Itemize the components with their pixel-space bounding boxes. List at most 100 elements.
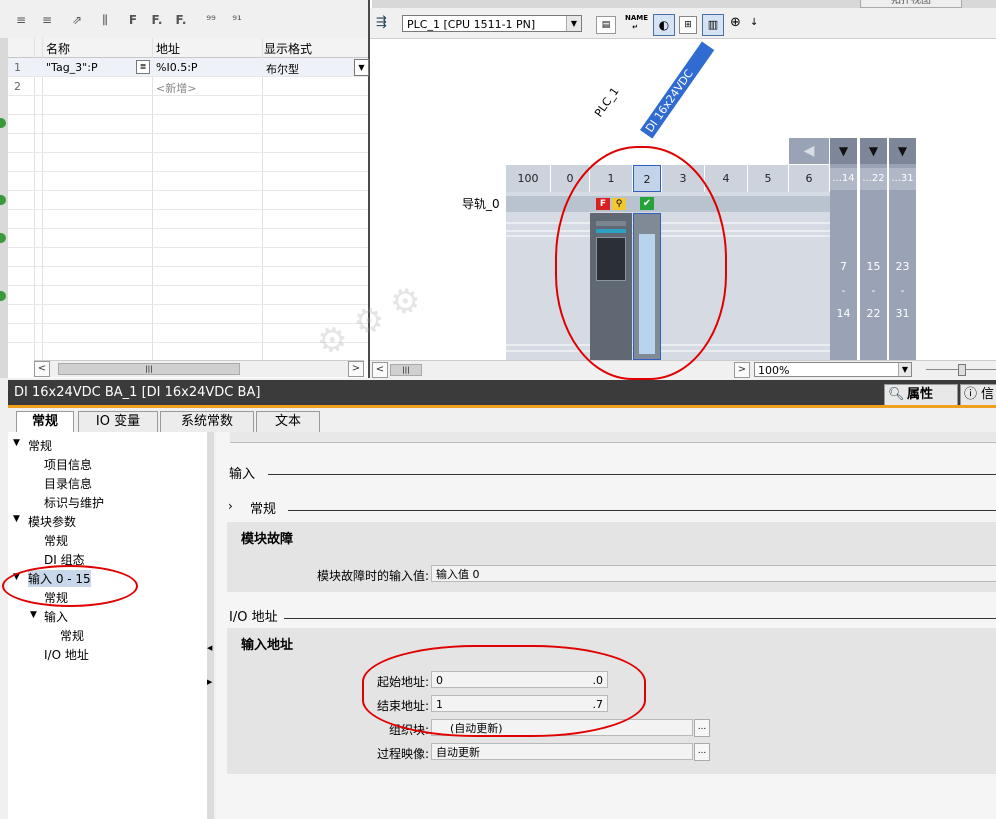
nav-item-input[interactable]: 输入 <box>44 608 68 625</box>
expand-arrow-icon[interactable]: ▼ <box>13 514 20 524</box>
table-row[interactable]: 1 "Tag_3":P ≣ %I0.5:P 布尔型 ▼ <box>8 58 369 77</box>
nav-item-io-address[interactable]: I/O 地址 <box>44 646 89 663</box>
insert-row-icon[interactable]: ≡ <box>38 12 56 28</box>
red-annotation-circle <box>555 146 727 380</box>
tab-properties[interactable]: 🔍︎ 属性 <box>884 384 958 406</box>
slot-header: ...22 <box>860 168 887 190</box>
tab-system-constants[interactable]: 系统常数 <box>160 411 254 432</box>
layout-icon[interactable]: ▥ <box>702 14 724 36</box>
slot-header: 6 <box>789 165 829 192</box>
scroll-right-icon[interactable]: > <box>734 362 750 378</box>
tag-format-cell[interactable]: 布尔型 <box>266 61 299 77</box>
tab-properties-label: 属性 <box>907 387 934 402</box>
properties-icon: 🔍︎ <box>888 387 905 402</box>
expansion-label: 31 <box>895 307 910 320</box>
zoom-icon[interactable]: ⊕ <box>730 15 741 30</box>
tag-table-header: 名称 地址 显示格式 <box>8 38 368 58</box>
remove-icon[interactable]: ⇗ <box>68 12 86 28</box>
browse-button[interactable]: ... <box>694 743 710 761</box>
input-address-title: 输入地址 <box>241 638 294 653</box>
nav-splitter[interactable]: ◀ ▶ <box>207 432 214 819</box>
force-icon[interactable]: F <box>124 12 142 28</box>
grid-icon[interactable]: ⊞ <box>679 16 697 34</box>
monitor-icon[interactable]: ⫼ <box>96 12 114 28</box>
chevron-left-icon[interactable]: ◀ <box>207 644 212 652</box>
collapse-left-icon[interactable]: ◀ <box>789 138 829 164</box>
top-tab-strip: 拓扑视图 <box>372 0 996 8</box>
zoom-slider-thumb[interactable] <box>958 364 966 376</box>
scroll-right-icon[interactable]: > <box>348 361 364 377</box>
device-select-value: PLC_1 [CPU 1511-1 PN] <box>407 18 536 31</box>
table-row[interactable]: 2 <新增> <box>8 77 368 95</box>
device-network-icon[interactable]: ⇶ <box>376 15 387 30</box>
chevron-down-icon[interactable]: ▼ <box>898 363 911 376</box>
nav-item-module-params[interactable]: 模块参数 <box>28 513 76 530</box>
scroll-thumb[interactable]: ||| <box>58 363 240 375</box>
expansion-label: 7 <box>840 260 847 273</box>
expansion-label: 23 <box>895 260 910 273</box>
module-fault-title: 模块故障 <box>241 532 294 547</box>
tag-gutter <box>0 38 8 378</box>
device-overview-icon[interactable]: ▤ <box>596 16 616 34</box>
modify-icon[interactable]: ⁹¹ <box>228 12 246 28</box>
chevron-down-icon[interactable]: ▼ <box>354 59 369 76</box>
tab-text[interactable]: 文本 <box>256 411 320 432</box>
view-icon[interactable]: ◐ <box>653 14 675 36</box>
tab-info-label: 信 <box>981 387 995 402</box>
expand-icon[interactable]: ▼ <box>860 138 887 164</box>
nav-item-project-info[interactable]: 项目信息 <box>44 456 92 473</box>
row-number: 2 <box>14 80 21 93</box>
tab-general[interactable]: 常规 <box>16 411 74 432</box>
col-format[interactable]: 显示格式 <box>264 40 312 57</box>
tab-info[interactable]: ⓘ 信 <box>960 384 996 406</box>
zoom-select[interactable]: 100% ▼ <box>754 362 912 377</box>
fault-value-select[interactable]: 输入值 0 <box>431 565 996 582</box>
name-icon[interactable]: NAME ↵ <box>625 14 648 32</box>
force-f-icon[interactable]: F. <box>148 12 166 28</box>
section-general-title: 常规 <box>250 502 277 517</box>
expansion-label: - <box>900 284 905 297</box>
show-values-icon[interactable]: ⁹⁹ <box>202 12 220 28</box>
expand-arrow-icon[interactable]: ▼ <box>30 610 37 620</box>
section-input-title: 输入 <box>229 467 256 482</box>
process-image-label: 过程映像: <box>376 747 429 761</box>
tag-table-toolbar: ≡ ≡ ⇗ ⫼ F F. F. ⁹⁹ ⁹¹ <box>0 0 368 39</box>
process-image-field[interactable]: 自动更新 <box>431 743 693 760</box>
nav-item-identification[interactable]: 标识与维护 <box>44 494 104 511</box>
chevron-down-icon[interactable]: ▼ <box>566 16 581 31</box>
tag-table-hscrollbar[interactable]: < ||| > <box>34 360 364 377</box>
expand-icon[interactable]: ▼ <box>889 138 916 164</box>
browse-button[interactable]: ... <box>694 719 710 737</box>
add-new-cell[interactable]: <新增> <box>156 80 196 96</box>
nav-item-params-general[interactable]: 常规 <box>44 532 68 549</box>
tag-name-cell[interactable]: "Tag_3":P <box>46 61 98 74</box>
chevron-right-icon[interactable]: ▶ <box>207 678 212 686</box>
expand-arrow-icon[interactable]: ▼ <box>13 438 20 448</box>
download-icon[interactable]: ↓ <box>750 17 758 28</box>
expansion-label: 15 <box>866 260 881 273</box>
expand-icon[interactable]: ▼ <box>830 138 857 164</box>
device-select[interactable]: PLC_1 [CPU 1511-1 PN] ▼ <box>402 15 582 32</box>
tag-address-cell[interactable]: %I0.5:P <box>156 61 198 74</box>
nav-item-input-sub-general[interactable]: 常规 <box>60 627 84 644</box>
fault-value-label: 模块故障时的输入值: <box>316 569 429 583</box>
scroll-left-icon[interactable]: < <box>34 361 50 377</box>
slot-header: ...31 <box>889 168 916 190</box>
browse-icon[interactable]: ≣ <box>136 60 150 74</box>
expansion-label: - <box>871 284 876 297</box>
force-f-icon-2[interactable]: F. <box>172 12 190 28</box>
chevron-right-icon[interactable]: › <box>228 499 233 513</box>
col-name[interactable]: 名称 <box>46 40 70 57</box>
rail-label: 导轨_0 <box>462 197 500 211</box>
col-address[interactable]: 地址 <box>156 40 180 57</box>
nav-item-catalog-info[interactable]: 目录信息 <box>44 475 92 492</box>
tab-topology-view[interactable]: 拓扑视图 <box>860 0 962 8</box>
process-image-value: 自动更新 <box>436 746 480 759</box>
add-tag-icon[interactable]: ≡ <box>12 12 30 28</box>
status-dot-icon <box>0 291 6 301</box>
tab-io-variables[interactable]: IO 变量 <box>78 411 158 432</box>
scroll-left-icon[interactable]: < <box>372 362 388 378</box>
scroll-thumb[interactable]: ||| <box>390 364 422 376</box>
row-number: 1 <box>14 61 21 74</box>
nav-item-general[interactable]: 常规 <box>28 437 52 454</box>
